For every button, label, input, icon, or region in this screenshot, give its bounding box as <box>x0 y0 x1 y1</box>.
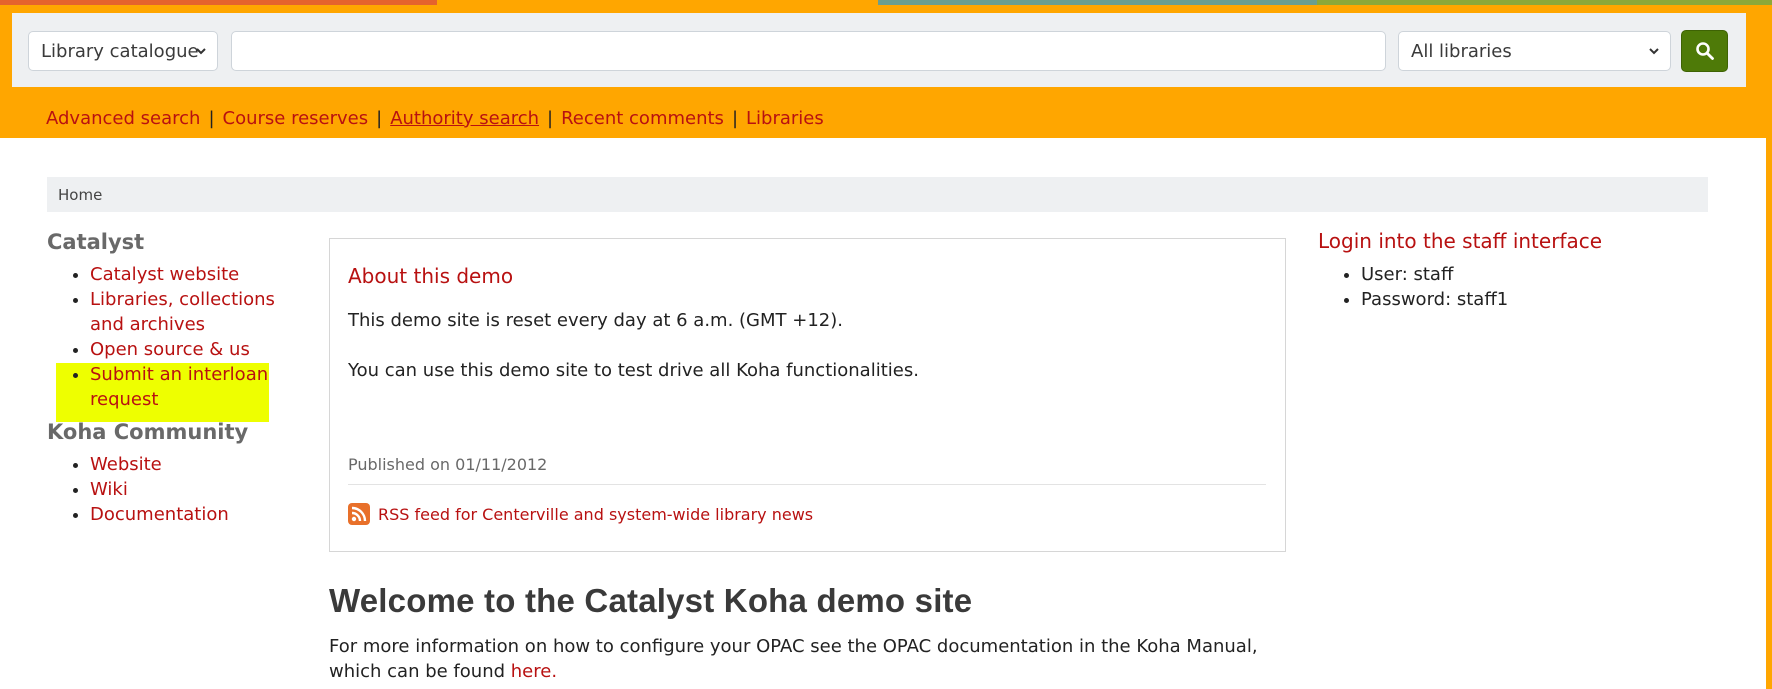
koha-wiki-link[interactable]: Wiki <box>90 479 128 500</box>
libraries-link[interactable]: Libraries <box>746 108 824 129</box>
koha-links: Website Wiki Documentation <box>47 452 307 527</box>
list-item: Libraries, collections and archives <box>90 287 307 337</box>
list-item: Documentation <box>90 502 307 527</box>
list-item: Wiki <box>90 477 307 502</box>
news-box: About this demo This demo site is reset … <box>329 238 1286 552</box>
news-published-date: Published on 01/11/2012 <box>348 455 548 474</box>
welcome-paragraph: For more information on how to configure… <box>329 636 1258 682</box>
advanced-search-link[interactable]: Advanced search <box>46 108 200 129</box>
list-item: Website <box>90 452 307 477</box>
list-item: Submit an interloan request <box>90 362 307 412</box>
separator: | <box>731 107 739 129</box>
library-select[interactable]: All libraries <box>1398 31 1671 71</box>
koha-documentation-link[interactable]: Documentation <box>90 504 229 525</box>
interloan-request-link[interactable]: Submit an interloan request <box>90 364 268 410</box>
manual-here-link[interactable]: here. <box>511 661 557 682</box>
page-title: Welcome to the Catalyst Koha demo site <box>329 582 973 619</box>
libraries-collections-link[interactable]: Libraries, collections and archives <box>90 289 275 335</box>
rss-feed: RSS feed for Centerville and system-wide… <box>348 503 813 525</box>
welcome-text: For more information on how to configure… <box>329 634 1289 684</box>
search-input[interactable] <box>231 31 1386 71</box>
breadcrumb-home[interactable]: Home <box>58 186 102 204</box>
catalyst-heading: Catalyst <box>47 230 145 254</box>
catalyst-website-link[interactable]: Catalyst website <box>90 264 239 285</box>
news-paragraph: You can use this demo site to test drive… <box>348 360 919 381</box>
header: Library catalogue All libraries Advanced… <box>0 5 1772 138</box>
staff-login-heading: Login into the staff interface <box>1318 229 1603 253</box>
staff-login-info: User: staff Password: staff1 <box>1318 262 1508 312</box>
library-select-value: All libraries <box>1411 40 1512 62</box>
search-scope-value: Library catalogue <box>41 40 199 62</box>
koha-community-heading: Koha Community <box>47 420 249 444</box>
separator: | <box>208 107 215 129</box>
search-icon <box>1695 42 1714 60</box>
chevron-down-icon <box>1649 48 1659 55</box>
list-item: Open source & us <box>90 337 307 362</box>
divider <box>348 484 1266 485</box>
page-edge-bar <box>1766 138 1772 689</box>
separator: | <box>376 107 383 129</box>
login-user: User: staff <box>1361 262 1508 287</box>
more-searches-nav: Advanced search | Course reserves | Auth… <box>46 106 824 130</box>
left-sidebar: Catalyst Catalyst website Libraries, col… <box>47 228 307 533</box>
chevron-down-icon <box>196 48 206 55</box>
news-paragraph: This demo site is reset every day at 6 a… <box>348 310 843 331</box>
login-password: Password: staff1 <box>1361 287 1508 312</box>
authority-search-link[interactable]: Authority search <box>390 108 539 129</box>
list-item: Catalyst website <box>90 262 307 287</box>
koha-website-link[interactable]: Website <box>90 454 162 475</box>
rss-feed-link[interactable]: RSS feed for Centerville and system-wide… <box>378 505 813 524</box>
rss-icon[interactable] <box>348 503 370 525</box>
open-source-link[interactable]: Open source & us <box>90 339 250 360</box>
news-title: About this demo <box>348 264 514 288</box>
search-scope-select[interactable]: Library catalogue <box>28 31 218 71</box>
separator: | <box>547 107 554 129</box>
course-reserves-link[interactable]: Course reserves <box>223 108 369 129</box>
search-button[interactable] <box>1681 30 1728 72</box>
search-panel: Library catalogue All libraries <box>12 13 1746 87</box>
recent-comments-link[interactable]: Recent comments <box>561 108 724 129</box>
breadcrumb: Home <box>47 177 1708 212</box>
